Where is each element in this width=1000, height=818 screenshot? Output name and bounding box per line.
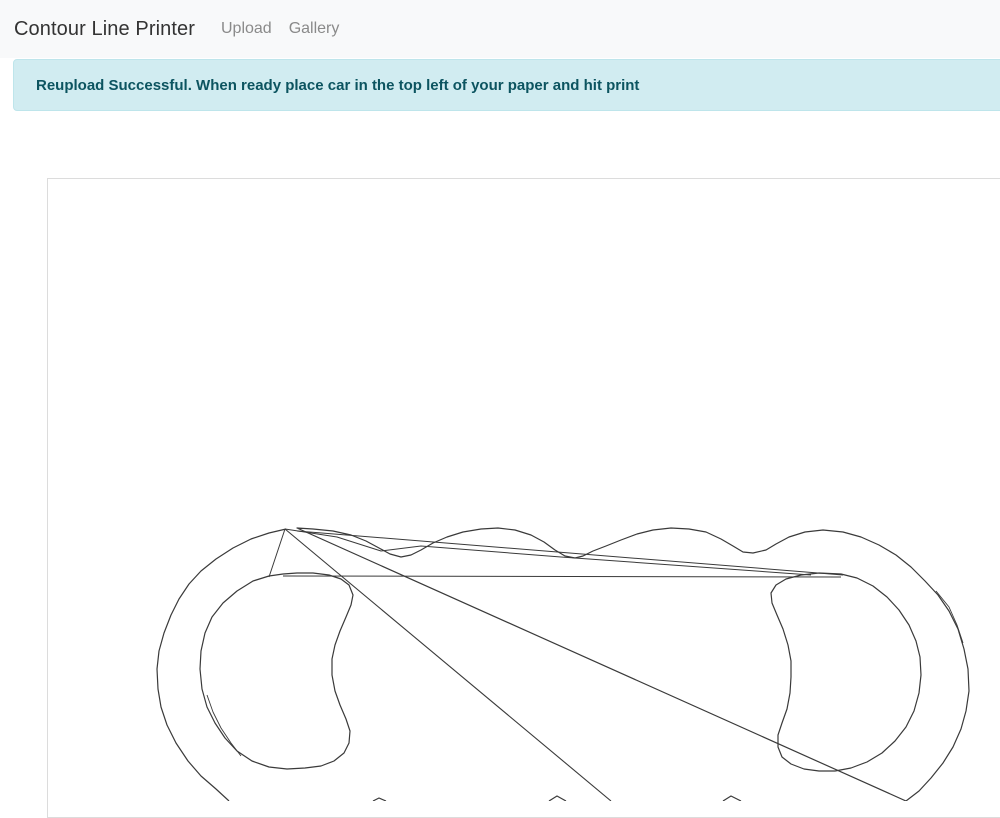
right-inner-contour xyxy=(770,572,922,772)
travel-line-short xyxy=(268,528,286,578)
contour-drawing xyxy=(156,527,970,801)
travel-line-upper xyxy=(296,530,844,576)
drawing-canvas xyxy=(47,178,1000,818)
travel-line-horizontal xyxy=(282,575,842,578)
travel-line-diagonal xyxy=(284,528,612,801)
outer-contour-inner-edge xyxy=(199,572,354,770)
outer-contour xyxy=(156,527,970,801)
left-inner-doubleline xyxy=(206,694,242,757)
